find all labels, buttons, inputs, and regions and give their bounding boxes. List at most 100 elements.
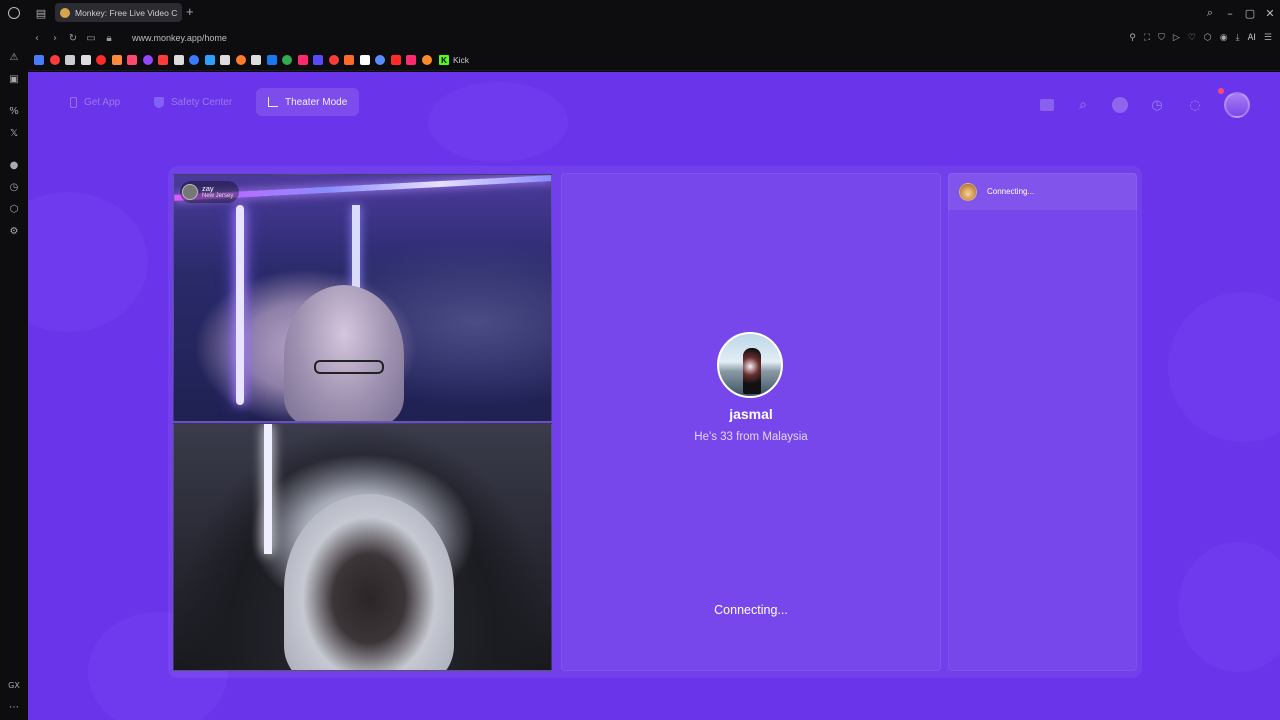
aria-ai-button[interactable]: AI [1248,33,1256,43]
background-bubble [28,192,148,332]
download-icon[interactable]: ⤓ [1236,33,1240,43]
bookmark-icon[interactable] [406,55,416,65]
bookmark-icon[interactable] [328,55,339,65]
video-person [284,494,454,670]
more-icon[interactable]: ⋯ [6,702,22,716]
adblock-shield-icon[interactable]: ⛉ [1158,33,1165,43]
light-strip [264,424,272,554]
bookmark-icon[interactable] [158,55,168,65]
get-app-label: Get App [84,96,121,108]
maximize-icon[interactable]: ▢ [1240,7,1260,20]
close-window-icon[interactable]: ✕ [1260,7,1280,20]
bookmark-kick[interactable]: K Kick [439,55,469,65]
side-chat-status-row: Connecting... [948,173,1137,210]
bookmark-icon[interactable] [220,55,230,65]
percent-icon[interactable]: % [6,106,22,120]
tab-title: Monkey: Free Live Video C [75,7,178,18]
notification-badge [1218,88,1224,94]
bookmark-icon[interactable] [111,55,122,65]
match-avatar[interactable] [717,332,783,398]
connecting-status: Connecting... [714,603,788,617]
bookmark-icon[interactable] [96,55,106,65]
back-icon[interactable]: ‹ [28,33,46,44]
user-tag[interactable]: zay New Jersey [180,181,240,203]
safety-center-button[interactable]: Safety Center [142,88,244,116]
expand-icon [268,97,278,107]
bookmark-icon[interactable] [266,55,277,65]
bookmark-icon[interactable] [142,55,153,65]
background-bubble [1178,542,1280,672]
bookmark-icon[interactable] [282,55,292,65]
search-icon[interactable]: ⌕ [1074,96,1092,114]
monkey-page: Get App Safety Center Theater Mode ⌕ ◷ ◌ [28,72,1280,720]
get-app-button[interactable]: Get App [58,88,132,116]
bookmark-icon[interactable] [189,55,199,65]
self-video-feed[interactable] [173,423,552,671]
bookmark-icon[interactable] [65,55,75,65]
tab-list-icon[interactable]: ▤ [28,0,54,26]
bookmark-icon[interactable] [421,55,432,65]
new-tab-button[interactable]: + [186,4,194,19]
extensions-icon[interactable]: ⬡ [1204,33,1212,43]
bookmark-icon[interactable] [251,55,261,65]
bookmark-icon[interactable] [313,55,323,65]
history-icon[interactable]: ◷ [6,182,22,196]
video-person [284,285,404,421]
bookmark-icon[interactable] [49,55,60,65]
pin-icon[interactable]: ⚲ [1129,33,1136,43]
snapshot-icon[interactable]: ⛶ [1144,33,1150,43]
bookmark-icon[interactable] [390,55,401,65]
nav-icon-group: ⌕ ◷ ◌ [1040,92,1250,118]
camera-icon[interactable]: ▭ [82,33,100,44]
play-icon[interactable]: ▷ [1173,33,1180,43]
x-icon[interactable]: 𝕏 [6,128,22,142]
aria-icon[interactable]: ⚠ [6,52,22,66]
menu-icon[interactable]: ☰ [1264,33,1272,43]
heart-icon[interactable]: ♡ [1188,33,1196,43]
bookmark-icon[interactable] [344,55,354,65]
match-name: jasmal [729,406,773,422]
bookmark-icon[interactable] [127,55,137,65]
theater-mode-button[interactable]: Theater Mode [256,88,360,116]
avatar[interactable] [1224,92,1250,118]
top-navigation: Get App Safety Center Theater Mode ⌕ ◷ ◌ [28,86,1280,120]
chat-icon[interactable]: ◌ [1186,96,1204,114]
bookmark-icon[interactable] [80,55,91,65]
browser-sidebar: ⚠ ▣ % 𝕏 ● ◷ ⬡ ⚙ GX ⋯ [0,26,28,720]
url-field[interactable]: www.monkey.app/home [132,33,227,43]
bookmark-icon[interactable] [297,55,308,65]
messenger-icon[interactable]: ▣ [6,74,22,88]
bookmark-icon[interactable] [34,55,44,65]
lock-icon[interactable]: 🔒︎ [100,33,118,44]
coin-icon[interactable] [1112,97,1128,113]
remote-video-feed[interactable]: zay New Jersey [173,174,552,422]
glasses [314,360,384,374]
browser-tab-active[interactable]: Monkey: Free Live Video C [55,3,182,22]
bookmark-icon[interactable] [173,55,184,65]
settings-icon[interactable]: ⚙ [6,226,22,240]
bookmark-icon[interactable] [359,55,370,65]
bookmark-icon[interactable] [375,55,385,65]
forward-icon[interactable]: › [46,33,64,44]
user-location: New Jersey [202,192,234,199]
search-tabs-icon[interactable]: ⌕ [1200,6,1220,20]
browser-logo-icon[interactable] [0,0,28,26]
bookmark-icon[interactable] [204,55,215,65]
minimize-icon[interactable]: – [1220,7,1240,20]
gx-icon[interactable]: GX [6,681,22,695]
extensions-icon[interactable]: ⬡ [6,204,22,218]
bookmark-icon[interactable] [235,55,246,65]
browser-tab-bar: ▤ Monkey: Free Live Video C + ⌕ – ▢ ✕ [0,0,1280,26]
music-icon[interactable]: ● [6,160,22,174]
match-panel [561,173,941,671]
profile-icon[interactable]: ◉ [1220,33,1228,43]
shop-icon[interactable] [1040,99,1054,111]
monkey-icon [959,182,977,201]
reload-icon[interactable]: ↻ [64,33,82,44]
user-name: zay [202,183,214,193]
bookmark-kick-label: Kick [453,55,470,65]
background-bubble [1168,292,1280,442]
history-icon[interactable]: ◷ [1148,96,1166,114]
shield-icon [154,96,164,108]
neon-light [236,205,244,405]
